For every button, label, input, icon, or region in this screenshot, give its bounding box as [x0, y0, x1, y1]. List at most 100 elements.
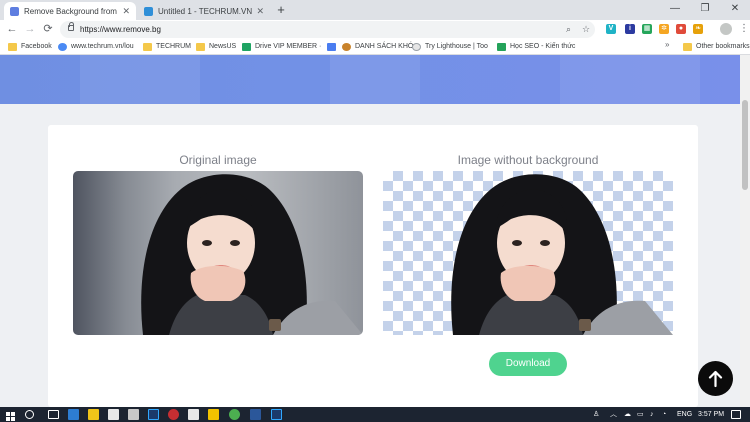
result-card: Original image Image without background — [48, 125, 698, 407]
address-bar[interactable]: https://www.remove.bg ⌕ ☆ — [60, 21, 595, 38]
page-content: Original image Image without background — [0, 55, 750, 407]
drive-icon — [242, 42, 251, 51]
bookmark-label: Học SEO - Kiến thức — [510, 43, 576, 50]
back-button[interactable]: ← — [4, 22, 20, 37]
reload-button[interactable]: ⟳ — [40, 22, 56, 37]
folder-icon — [683, 42, 692, 51]
file-explorer-icon[interactable] — [88, 409, 99, 420]
techrum-favicon-icon — [144, 6, 153, 16]
extension-grid-icon[interactable]: ▦ — [642, 24, 652, 34]
store-icon[interactable] — [108, 409, 119, 420]
browser-menu-icon[interactable]: ⋮ — [739, 22, 749, 36]
notification-chevron-icon[interactable]: ︿ — [610, 409, 621, 420]
scroll-to-top-button[interactable] — [698, 361, 733, 396]
key-icon — [342, 42, 351, 51]
new-tab-button[interactable]: + — [273, 2, 289, 18]
maximize-button[interactable]: ❐ — [690, 0, 720, 18]
zoom-icon[interactable]: ⌕ — [566, 23, 571, 36]
language-indicator[interactable]: ENG — [677, 407, 692, 422]
tab-close-icon[interactable]: ✕ — [256, 6, 264, 17]
bookmark-lighthouse[interactable]: Try Lighthouse | Too — [412, 39, 488, 54]
folder-icon — [143, 42, 152, 51]
sheet-icon — [497, 42, 506, 51]
portrait-photo — [141, 174, 363, 335]
extension-red-icon[interactable]: ● — [676, 24, 686, 34]
bookmark-star-icon[interactable]: ☆ — [582, 23, 590, 36]
bookmark-newsus[interactable]: NewsUS — [196, 39, 236, 54]
windows-start-icon[interactable] — [6, 409, 16, 421]
bookmark-label: www.techrum.vn/lou — [71, 43, 134, 50]
cloud-icon[interactable]: ☁ — [624, 409, 635, 420]
photoshop-2-icon[interactable] — [271, 409, 282, 420]
app-yellow-icon[interactable] — [208, 409, 219, 420]
bookmark-label: TECHRUM — [156, 43, 191, 50]
bookmark-label: Try Lighthouse | Too — [425, 43, 488, 50]
folder-icon — [8, 42, 17, 51]
hero-decoration — [330, 55, 420, 104]
other-bookmarks[interactable]: Other bookmarks — [683, 39, 750, 54]
bookmark-hoc-seo[interactable]: Học SEO - Kiến thức — [497, 39, 575, 54]
folder-icon — [196, 42, 205, 51]
network-icon[interactable]: ◔ — [662, 409, 673, 420]
removebg-favicon-icon — [10, 6, 19, 16]
hero-banner — [0, 55, 740, 104]
arrow-up-icon — [708, 370, 723, 388]
taskbar-clock[interactable]: 3:57 PM — [698, 407, 724, 422]
extension-settings-icon[interactable]: ✲ — [659, 24, 669, 34]
extension-v-icon[interactable]: V — [606, 24, 616, 34]
task-view-icon[interactable] — [48, 410, 59, 419]
cutout-portrait — [451, 174, 673, 335]
photoshop-icon[interactable] — [148, 409, 159, 420]
app-white-icon[interactable] — [188, 409, 199, 420]
minimize-button[interactable]: — — [660, 0, 690, 18]
download-button[interactable]: Download — [489, 352, 567, 376]
bookmark-label: Other bookmarks — [696, 43, 750, 50]
tab-close-icon[interactable]: ✕ — [122, 6, 130, 17]
edge-icon[interactable] — [68, 409, 79, 420]
bookmarks-bar: Facebook www.techrum.vn/lou TECHRUM News… — [0, 39, 750, 55]
app-red-icon[interactable] — [168, 409, 179, 420]
windows-taskbar: ♙ ︿ ☁ ▭ ♪ ◔ ENG 3:57 PM — [0, 407, 750, 422]
hero-decoration — [80, 55, 200, 104]
close-window-button[interactable]: ✕ — [720, 0, 750, 18]
bookmark-techrum[interactable]: TECHRUM — [143, 39, 191, 54]
bookmark-label: DANH SÁCH KHÓ — [355, 43, 414, 50]
word-icon[interactable] — [250, 409, 261, 420]
more-bookmarks-chevron-icon[interactable]: » — [665, 40, 669, 49]
mail-icon[interactable] — [128, 409, 139, 420]
hero-decoration — [560, 55, 700, 104]
bookmark-label: Drive VIP MEMBER · — [255, 43, 322, 50]
cortana-icon[interactable] — [25, 410, 34, 419]
tab-title: Remove Background from Image — [24, 6, 118, 16]
image-without-background — [383, 171, 673, 335]
browser-window: Remove Background from Image ✕ Untitled … — [0, 0, 750, 422]
battery-icon[interactable]: ▭ — [637, 409, 648, 420]
original-image — [73, 171, 363, 335]
tab-strip: Remove Background from Image ✕ Untitled … — [0, 0, 750, 20]
chrome-icon[interactable] — [229, 409, 240, 420]
tab-remove-bg[interactable]: Remove Background from Image ✕ — [4, 2, 136, 20]
url-text: https://www.remove.bg — [80, 25, 161, 34]
bookmark-label: NewsUS — [209, 43, 237, 50]
profile-avatar[interactable] — [720, 23, 732, 35]
nobg-image-label: Image without background — [457, 153, 599, 167]
tab-title: Untitled 1 - TECHRUM.VN — [158, 6, 253, 16]
browser-toolbar: ← → ⟳ https://www.remove.bg ⌕ ☆ V i ▦ ✲ … — [0, 20, 750, 39]
doc-icon — [327, 42, 336, 51]
people-icon[interactable]: ♙ — [593, 409, 604, 420]
bookmark-doc[interactable] — [327, 39, 340, 54]
action-center-icon[interactable] — [731, 410, 741, 419]
bookmark-techrum-link[interactable]: www.techrum.vn/lou — [58, 39, 134, 54]
volume-icon[interactable]: ♪ — [650, 409, 661, 420]
bookmark-danh-sach[interactable]: DANH SÁCH KHÓ — [342, 39, 413, 54]
extension-info-icon[interactable]: i — [625, 24, 635, 34]
bookmark-facebook[interactable]: Facebook — [8, 39, 52, 54]
tab-techrum[interactable]: Untitled 1 - TECHRUM.VN ✕ — [138, 2, 270, 20]
lock-icon — [68, 22, 74, 31]
bookmark-drive-vip[interactable]: Drive VIP MEMBER · — [242, 39, 321, 54]
forward-button[interactable]: → — [22, 22, 38, 37]
original-image-label: Original image — [179, 153, 257, 167]
extension-leaf-icon[interactable]: ❧ — [693, 24, 703, 34]
scrollbar-thumb[interactable] — [742, 100, 748, 190]
lighthouse-icon — [412, 42, 421, 51]
